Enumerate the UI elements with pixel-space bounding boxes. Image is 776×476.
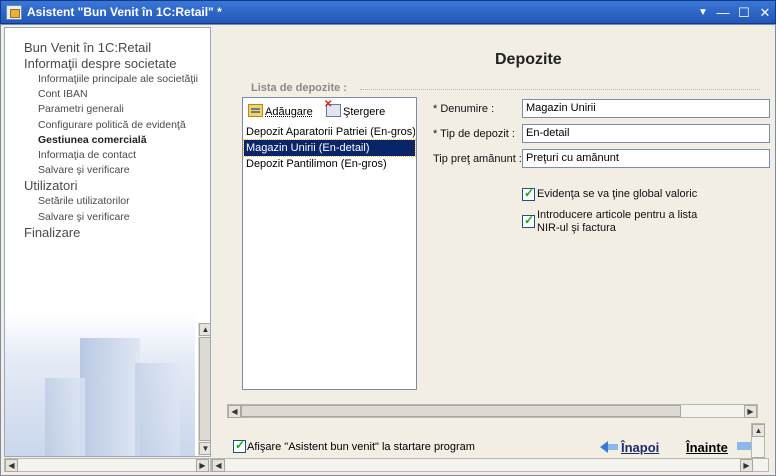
nir-invoice-label-line2: NIR-ul şi factura bbox=[537, 222, 616, 234]
building-illustration bbox=[5, 313, 195, 456]
nir-invoice-label-line1: Introducere articole pentru a lista bbox=[537, 209, 698, 221]
scroll-thumb[interactable] bbox=[241, 405, 681, 417]
back-button[interactable]: Înapoi bbox=[600, 440, 659, 455]
step-general-params[interactable]: Parametri generali bbox=[24, 102, 198, 117]
bottom-horizontal-scrollbar[interactable]: ◀ ▶ bbox=[211, 458, 769, 472]
scroll-left-button[interactable]: ◀ bbox=[5, 459, 18, 472]
warehouse-items: Depozit Aparatorii Patriei (En-gros) Mag… bbox=[243, 124, 416, 172]
warehouse-list[interactable]: Adăugare Ştergere Depozit Aparatorii Pat… bbox=[242, 97, 417, 390]
steps-list: Bun Venit în 1C:Retail Informaţii despre… bbox=[24, 40, 198, 241]
list-item[interactable]: Depozit Aparatorii Patriei (En-gros) bbox=[244, 124, 415, 140]
next-arrow-icon bbox=[737, 442, 751, 450]
window-title: Asistent "Bun Venit în 1C:Retail" * bbox=[27, 5, 222, 19]
delete-icon bbox=[324, 99, 341, 117]
next-button-label: Înainte bbox=[686, 440, 728, 455]
step-save-verify-users[interactable]: Salvare şi verificare bbox=[24, 210, 198, 225]
window-menu-button[interactable]: ▼ bbox=[694, 4, 712, 21]
scroll-left-button[interactable]: ◀ bbox=[228, 405, 241, 418]
steps-panel: Bun Venit în 1C:Retail Informaţii despre… bbox=[4, 27, 211, 457]
step-user-settings[interactable]: Setările utilizatorilor bbox=[24, 194, 198, 209]
list-item-selected[interactable]: Magazin Unirii (En-detail) bbox=[243, 139, 416, 157]
retail-price-type-field[interactable]: Preţuri cu amănunt bbox=[522, 149, 770, 168]
step-iban[interactable]: Cont IBAN bbox=[24, 87, 198, 102]
minimize-button[interactable]: — bbox=[714, 4, 732, 21]
step-company-main[interactable]: Informaţiile principale ale societăţii bbox=[24, 72, 198, 87]
app-icon bbox=[6, 5, 22, 20]
delete-button[interactable]: Ştergere bbox=[324, 99, 386, 118]
steps-vertical-scrollbar[interactable]: ▲ ▼ bbox=[198, 323, 210, 456]
warehouse-type-field[interactable]: En-detail bbox=[522, 124, 770, 143]
scroll-right-button[interactable]: ▶ bbox=[740, 459, 753, 472]
page-title: Depozite bbox=[495, 51, 562, 68]
step-save-verify-company[interactable]: Salvare şi verificare bbox=[24, 163, 198, 178]
add-icon bbox=[248, 104, 263, 117]
back-arrow-icon bbox=[600, 441, 618, 453]
startup-checkbox[interactable] bbox=[233, 438, 246, 453]
add-button[interactable]: Adăugare bbox=[248, 104, 313, 118]
delete-button-label: Ştergere bbox=[343, 106, 386, 118]
group-divider bbox=[360, 89, 760, 90]
next-button[interactable]: Înainte bbox=[686, 440, 728, 455]
close-button[interactable]: ✕ bbox=[756, 4, 774, 21]
scroll-down-button[interactable]: ▼ bbox=[199, 442, 210, 455]
steps-horizontal-scrollbar[interactable]: ◀ ▶ bbox=[4, 458, 211, 472]
step-contact-info[interactable]: Informaţia de contact bbox=[24, 148, 198, 163]
global-value-label: Evidenţa se va ţine global valoric bbox=[537, 188, 698, 200]
step-finish[interactable]: Finalizare bbox=[24, 225, 198, 241]
warehouse-group-label: Lista de depozite : bbox=[251, 82, 347, 94]
maximize-button[interactable]: ☐ bbox=[735, 4, 753, 21]
startup-checkbox-label: Afişare "Asistent bun venit" la startare… bbox=[247, 441, 475, 453]
step-commercial-management[interactable]: Gestiunea comercială bbox=[24, 133, 198, 148]
scroll-left-button[interactable]: ◀ bbox=[212, 459, 225, 472]
add-button-label: Adăugare bbox=[265, 106, 313, 118]
content-panel: Depozite Lista de depozite : Adăugare Şt… bbox=[215, 27, 771, 445]
step-users[interactable]: Utilizatori bbox=[24, 178, 198, 194]
nir-invoice-checkbox[interactable] bbox=[522, 213, 535, 228]
name-label: * Denumire : bbox=[433, 103, 495, 115]
step-accounting-policy[interactable]: Configurare politică de evidenţă bbox=[24, 118, 198, 133]
scroll-right-button[interactable]: ▶ bbox=[744, 405, 757, 418]
content-horizontal-scrollbar[interactable]: ◀ ▶ bbox=[227, 404, 758, 418]
retail-price-type-label: Tip preţ amănunt : bbox=[433, 153, 522, 165]
scroll-up-button[interactable]: ▲ bbox=[199, 323, 210, 336]
list-item[interactable]: Depozit Pantilimon (En-gros) bbox=[244, 156, 415, 172]
scroll-right-button[interactable]: ▶ bbox=[196, 459, 209, 472]
title-bar[interactable]: Asistent "Bun Venit în 1C:Retail" * ▼ — … bbox=[0, 0, 776, 24]
step-welcome[interactable]: Bun Venit în 1C:Retail bbox=[24, 40, 198, 56]
nir-invoice-label: Introducere articole pentru a lista NIR-… bbox=[537, 209, 697, 235]
back-button-label: Înapoi bbox=[621, 440, 660, 455]
list-toolbar: Adăugare Ştergere bbox=[243, 99, 416, 120]
name-field[interactable]: Magazin Unirii bbox=[522, 99, 770, 118]
global-value-checkbox[interactable] bbox=[522, 186, 535, 201]
scroll-up-button[interactable]: ▲ bbox=[752, 424, 765, 437]
scroll-thumb[interactable] bbox=[199, 337, 210, 441]
warehouse-type-label: * Tip de depozit : bbox=[433, 128, 515, 140]
step-company-info[interactable]: Informaţii despre societate bbox=[24, 56, 198, 72]
